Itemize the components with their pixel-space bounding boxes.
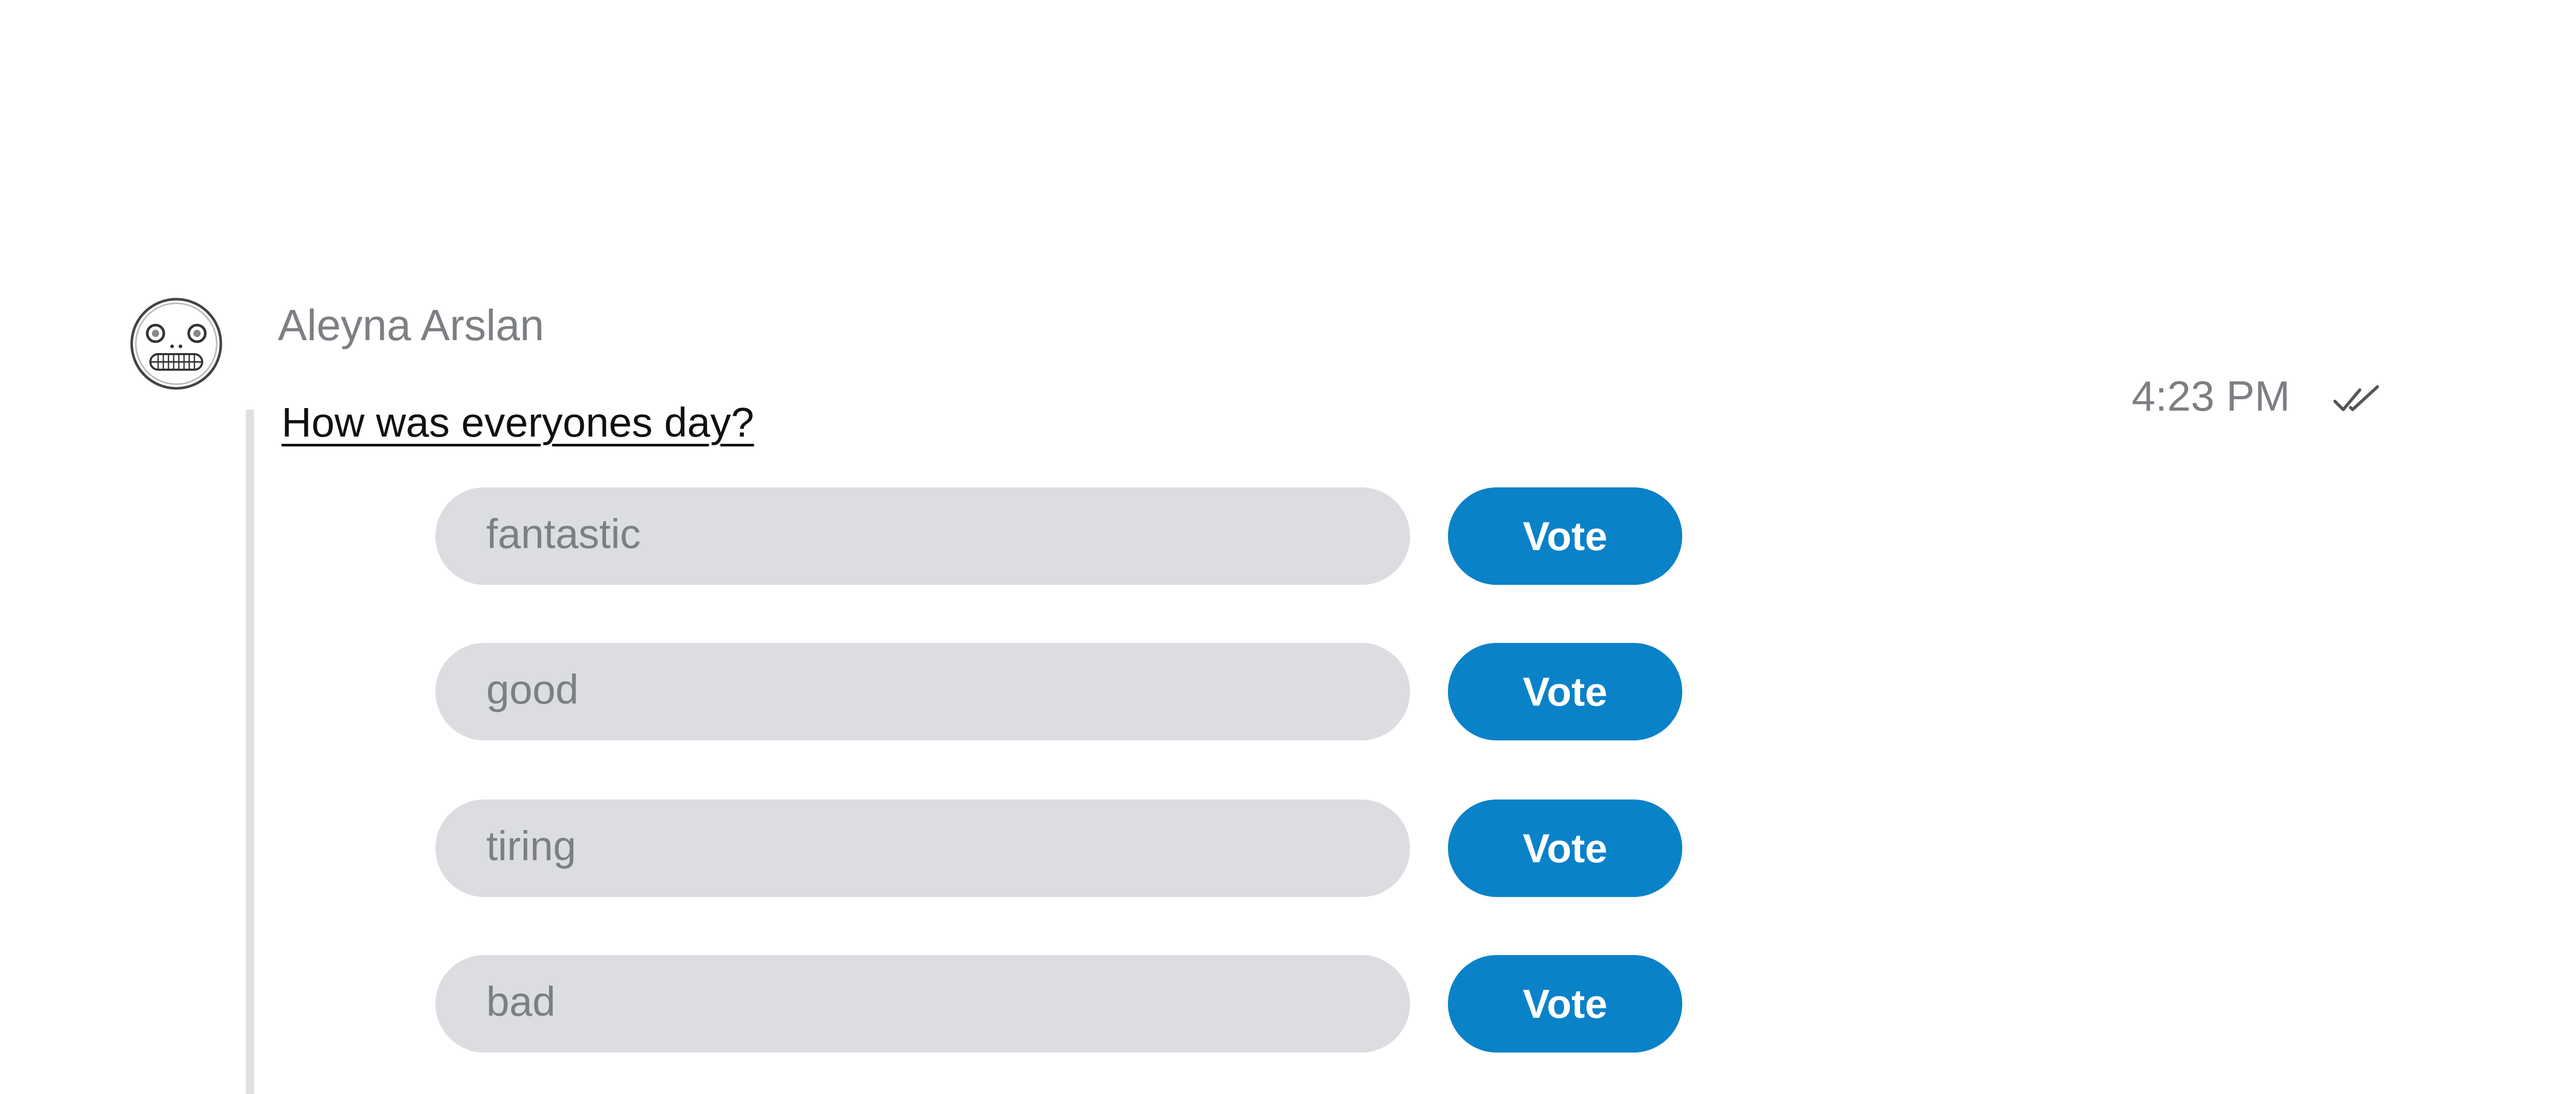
poll-option: fantastic Vote xyxy=(435,487,1682,586)
sender-name[interactable]: Aleyna Arslan xyxy=(278,298,544,352)
poll-option-pill: good xyxy=(435,643,1410,740)
poll-option: bad Vote xyxy=(435,955,1682,1054)
chat-message: Aleyna Arslan 4:23 PM How was everyones … xyxy=(0,0,2576,1094)
avatar[interactable] xyxy=(130,297,223,390)
poll-option: tiring Vote xyxy=(435,800,1682,898)
poll-option-pill: bad xyxy=(435,955,1410,1053)
poll-option-label: good xyxy=(486,666,579,712)
poll-option-label: bad xyxy=(486,978,556,1025)
poll-option-pill: tiring xyxy=(435,800,1410,897)
vote-button-fantastic[interactable]: Vote xyxy=(1448,487,1682,585)
double-check-icon xyxy=(2333,384,2382,415)
vote-button-bad[interactable]: Vote xyxy=(1448,955,1682,1053)
vote-button-tiring[interactable]: Vote xyxy=(1448,800,1682,897)
poll-option-label: fantastic xyxy=(486,511,641,557)
poll-option: good Vote xyxy=(435,643,1682,741)
vote-button-good[interactable]: Vote xyxy=(1448,643,1682,740)
poll-option-label: tiring xyxy=(486,823,576,869)
thread-indicator-bar xyxy=(246,410,254,1094)
poll-question[interactable]: How was everyones day? xyxy=(281,397,754,448)
message-timestamp: 4:23 PM xyxy=(2132,373,2290,420)
poll-option-pill: fantastic xyxy=(435,487,1410,585)
grinning-face-avatar-icon xyxy=(130,298,222,390)
